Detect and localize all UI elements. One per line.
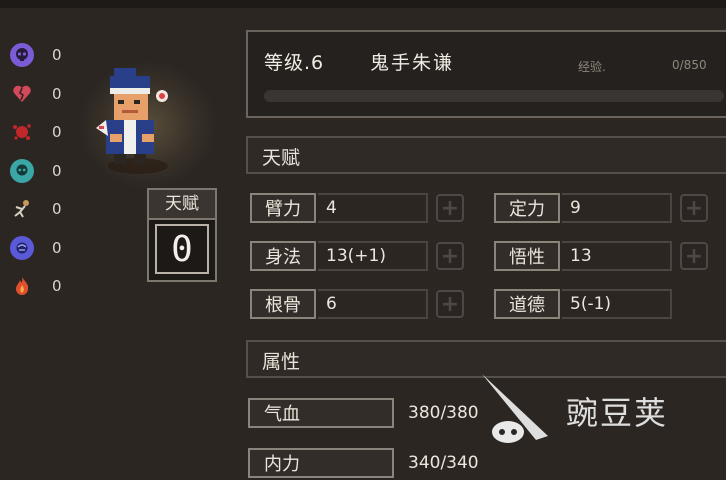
status-row-broken-heart: 0 xyxy=(10,75,70,114)
increase-composure-button[interactable]: + xyxy=(680,194,708,222)
increase-agility-button[interactable]: + xyxy=(436,242,464,270)
character-level: 等级.6 xyxy=(264,52,325,74)
status-value: 0 xyxy=(52,161,62,180)
status-row-poison: 0 xyxy=(10,152,70,191)
stat-value: 4 xyxy=(318,193,428,223)
talent-section-label: 天赋 xyxy=(262,147,301,169)
stat-label: 根骨 xyxy=(250,289,316,319)
stat-value: 5(-1) xyxy=(562,289,672,319)
increase-constitution-button[interactable]: + xyxy=(436,290,464,318)
stat-label: 身法 xyxy=(250,241,316,271)
dizzy-face-icon xyxy=(10,235,34,260)
fire-icon xyxy=(10,274,34,298)
stat-value: 13(+1) xyxy=(318,241,428,271)
stat-morality: 道德 5(-1) xyxy=(494,286,672,322)
skull-icon xyxy=(10,43,34,68)
watermark: 豌豆荚 xyxy=(478,370,698,450)
attributes-section-label: 属性 xyxy=(262,351,301,373)
broken-heart-icon xyxy=(10,82,34,106)
talent-points-value: 0 xyxy=(155,224,209,274)
status-row-dizzy: 0 xyxy=(10,229,70,268)
status-row-bound: 0 xyxy=(10,190,70,229)
stat-value: 6 xyxy=(318,289,428,319)
top-bar xyxy=(0,0,726,8)
watermark-logo-icon xyxy=(482,374,548,443)
attribute-label: 内力 xyxy=(248,448,394,478)
attribute-label: 气血 xyxy=(248,398,394,428)
stat-agility: 身法 13(+1) + xyxy=(250,238,464,274)
status-value: 0 xyxy=(52,84,62,103)
status-row-fire: 0 xyxy=(10,267,70,306)
status-row-skull: 0 xyxy=(10,36,70,75)
stat-label: 定力 xyxy=(494,193,560,223)
character-portrait[interactable] xyxy=(96,64,186,176)
status-value: 0 xyxy=(52,46,62,65)
character-header-panel: 等级.6 鬼手朱谦 经验. 0/850 xyxy=(246,30,726,118)
stat-value: 9 xyxy=(562,193,672,223)
stat-strength: 臂力 4 + xyxy=(250,190,464,226)
status-value: 0 xyxy=(52,238,62,257)
experience-label: 经验. xyxy=(578,60,606,74)
stat-label: 道德 xyxy=(494,289,560,319)
stat-composure: 定力 9 + xyxy=(494,190,708,226)
experience-value: 0/850 xyxy=(672,58,707,72)
increase-strength-button[interactable]: + xyxy=(436,194,464,222)
status-value: 0 xyxy=(52,200,62,219)
talent-section-header[interactable]: 天赋 xyxy=(246,136,726,174)
stat-value: 13 xyxy=(562,241,672,271)
character-name: 鬼手朱谦 xyxy=(370,52,455,74)
bound-figure-icon xyxy=(10,197,34,221)
stat-comprehension: 悟性 13 + xyxy=(494,238,708,274)
stat-label: 臂力 xyxy=(250,193,316,223)
stat-constitution: 根骨 6 + xyxy=(250,286,464,322)
watermark-text: 豌豆荚 xyxy=(566,394,669,432)
attribute-health: 气血 380/380 xyxy=(248,396,479,430)
poison-skull-icon xyxy=(10,158,34,183)
attribute-value: 380/380 xyxy=(408,403,479,423)
status-value: 0 xyxy=(52,277,62,296)
attribute-value: 340/340 xyxy=(408,453,479,473)
experience-bar xyxy=(264,90,724,102)
stat-label: 悟性 xyxy=(494,241,560,271)
talent-badge-title: 天赋 xyxy=(149,190,215,220)
talent-points-badge: 天赋 0 xyxy=(147,188,217,282)
status-effect-list: 0 0 0 0 0 0 0 xyxy=(10,36,70,306)
attribute-inner-power: 内力 340/340 xyxy=(248,446,479,480)
blood-splat-icon xyxy=(10,120,34,144)
increase-comprehension-button[interactable]: + xyxy=(680,242,708,270)
status-value: 0 xyxy=(52,123,62,142)
status-row-blood: 0 xyxy=(10,113,70,152)
